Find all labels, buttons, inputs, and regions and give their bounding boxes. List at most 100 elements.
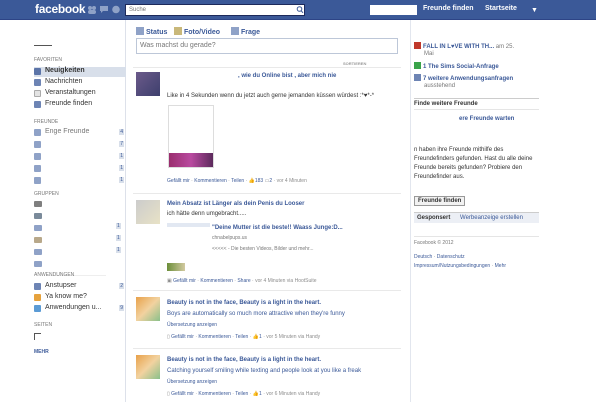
sidebar-item-friend-list[interactable]: 7 (34, 140, 126, 150)
story-text: Like in 4 Sekunden wenn du jetzt auch ge… (167, 93, 375, 99)
friend-requests-icon[interactable] (87, 5, 97, 14)
story-actions: ▯ Gefällt mir · Kommentieren · Teilen · … (167, 391, 321, 397)
avatar[interactable] (136, 72, 160, 96)
like-link[interactable]: Gefällt mir (171, 334, 194, 340)
account-menu-caret[interactable]: ▼ (531, 7, 538, 14)
sort-button[interactable]: SORTIEREN (343, 61, 366, 66)
ticker-link[interactable]: 7 weitere Anwendungsanfragen (423, 76, 513, 82)
translate-link[interactable]: Übersetzung anzeigen (167, 379, 217, 385)
more-link[interactable]: Mehr (34, 349, 49, 355)
link-title[interactable]: "Deine Mutter ist die beste!! Waass Jung… (212, 225, 343, 231)
like-count[interactable]: 1 (259, 334, 262, 340)
like-count[interactable]: 183 (255, 178, 263, 184)
share-link[interactable]: Teilen (231, 178, 244, 184)
tab-photo-video[interactable]: Foto/Video (174, 27, 220, 36)
favorites-heading: Favoriten (34, 57, 62, 63)
story-title[interactable]: Beauty is not in the face, Beauty is a l… (167, 357, 321, 363)
avatar[interactable] (136, 200, 160, 224)
link-thumbnail[interactable] (167, 223, 210, 227)
footer-links: Deutsch · Datenschutz Impressum/Nutzungs… (414, 254, 507, 269)
link-domain: chnabelpups.us (212, 235, 248, 241)
language-link[interactable]: Deutsch (414, 254, 432, 260)
like-count[interactable]: 1 (259, 391, 262, 397)
home-link[interactable]: Startseite (485, 5, 517, 12)
search-input[interactable]: Suche (125, 4, 305, 16)
like-link[interactable]: Gefällt mir (173, 278, 196, 284)
avatar[interactable] (136, 355, 160, 379)
share-link[interactable]: Teilen (235, 391, 248, 397)
link-description: <<<<< - Die besten Videos, Bilder und me… (212, 246, 314, 252)
group-icon[interactable] (34, 249, 42, 255)
avatar[interactable] (136, 297, 160, 321)
sidebar-item-friend-list[interactable]: 1 (34, 176, 126, 186)
group-icon[interactable] (34, 225, 42, 231)
group-icon[interactable] (34, 213, 42, 219)
find-friends-button[interactable]: Freunde finden (414, 196, 466, 206)
story-photo[interactable] (168, 105, 214, 168)
sidebar-item-friend-list[interactable]: 1 (34, 152, 126, 162)
sidebar-item-app-games[interactable]: Anwendungen u... 9 (34, 304, 126, 314)
comment-link[interactable]: Kommentieren (200, 278, 233, 284)
sidebar-item-find-friends[interactable]: Freunde finden (34, 100, 126, 110)
timestamp[interactable]: vor 4 Minuten (277, 178, 307, 184)
story-title[interactable]: Mein Absatz ist Länger als dein Penis du… (167, 201, 304, 207)
story-text: Boys are automatically so much more attr… (167, 311, 345, 317)
count-badge: 1 (116, 247, 121, 253)
imprint-terms-link[interactable]: Impressum/Nutzungsbedingungen (414, 263, 490, 269)
comment-link[interactable]: Kommentieren (194, 178, 227, 184)
ticker-item[interactable]: 1 The Sims Social-Anfrage (414, 62, 499, 70)
like-link[interactable]: Gefällt mir (171, 391, 194, 397)
sidebar-item-pokes[interactable]: Anstupser 2 (34, 282, 126, 292)
sidebar-item-news-feed[interactable]: Neuigkeiten (34, 67, 126, 77)
tab-question[interactable]: Frage (231, 27, 260, 36)
sidebar-item-ya-know-me[interactable]: Ya know me? (34, 293, 126, 303)
link-image[interactable] (167, 263, 185, 271)
photo-icon (174, 27, 182, 35)
tab-status[interactable]: Status (136, 27, 167, 36)
story-divider (133, 348, 401, 349)
like-link[interactable]: Gefällt mir (167, 178, 190, 184)
ticker-link[interactable]: FALL IN L♥VE WITH TH... (423, 44, 494, 50)
find-friends-link[interactable]: Freunde finden (423, 5, 474, 12)
facebook-logo[interactable]: facebook (35, 2, 86, 16)
friends-icon (34, 101, 41, 108)
calendar-icon (34, 90, 41, 97)
notifications-icon[interactable] (111, 5, 121, 14)
create-ad-link[interactable]: Werbeanzeige erstellen (460, 215, 523, 221)
messages-icon[interactable] (99, 5, 109, 14)
more-footer-link[interactable]: Mehr (495, 263, 506, 269)
ticker-item[interactable]: 7 weitere Anwendungsanfragen (414, 74, 513, 82)
timestamp[interactable]: vor 6 Minuten via Handy (266, 391, 320, 397)
share-link[interactable]: Teilen (235, 334, 248, 340)
find-friends-subtitle[interactable]: ere Freunde warten (459, 115, 539, 124)
sidebar-item-friend-list[interactable]: 1 (34, 164, 126, 174)
timestamp[interactable]: vor 5 Minuten via Handy (266, 334, 320, 340)
comment-link[interactable]: Kommentieren (198, 391, 231, 397)
group-icon[interactable] (34, 201, 42, 207)
status-input[interactable]: Was machst du gerade? (136, 38, 398, 54)
ticker-item[interactable]: FALL IN L♥VE WITH TH... am 25. (414, 42, 514, 50)
story-actions: Gefällt mir · Kommentieren · Teilen · 👍1… (167, 178, 307, 184)
timestamp[interactable]: vor 4 Minuten via HootSuite (255, 278, 316, 284)
story-title[interactable]: Beauty is not in the face, Beauty is a l… (167, 300, 321, 306)
apps-heading: Anwendungen (34, 272, 75, 278)
app-icon (414, 42, 421, 49)
sponsored-bar: Gesponsert Werbeanzeige erstellen (414, 212, 539, 223)
translate-link[interactable]: Übersetzung anzeigen (167, 322, 217, 328)
sidebar-item-close-friends[interactable]: Enge Freunde 4 (34, 128, 126, 136)
sidebar-item-messages[interactable]: Nachrichten (34, 78, 126, 88)
sponsored-label: Gesponsert (417, 215, 451, 221)
sidebar-item-events[interactable]: Veranstaltungen (34, 89, 126, 99)
page-icon[interactable] (34, 333, 41, 340)
comment-count[interactable]: 2 (269, 178, 272, 184)
profile-name-link[interactable] (370, 5, 417, 15)
privacy-link[interactable]: Datenschutz (437, 254, 465, 260)
group-icon[interactable] (34, 261, 42, 267)
count-badge: 2 (119, 283, 124, 289)
group-icon[interactable] (34, 237, 42, 243)
ticker-link[interactable]: 1 The Sims Social-Anfrage (423, 64, 499, 70)
comment-link[interactable]: Kommentieren (198, 334, 231, 340)
search-icon[interactable] (296, 5, 304, 15)
story-title[interactable]: , wie du Online bist , aber mich nie (238, 73, 336, 79)
share-link[interactable]: Share (237, 278, 250, 284)
